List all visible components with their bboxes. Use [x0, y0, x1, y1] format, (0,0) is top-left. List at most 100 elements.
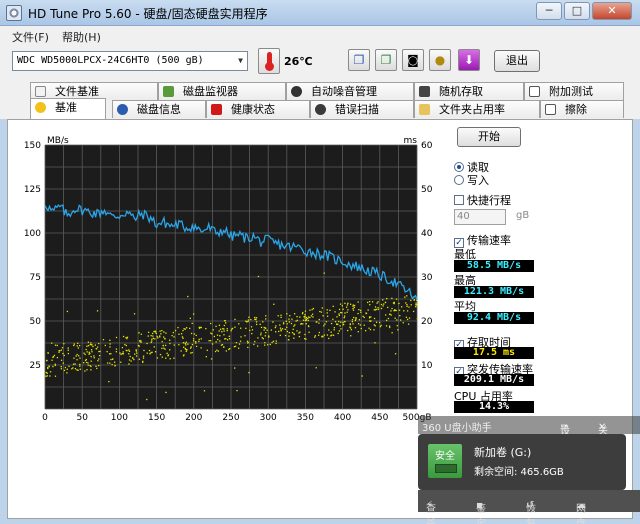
start-button[interactable]: 开始: [457, 127, 521, 147]
access-time-point: [406, 295, 408, 297]
chart-right-tick-label: 40: [421, 229, 433, 239]
access-time-point: [286, 326, 288, 329]
options-button[interactable]: ●: [429, 49, 451, 71]
access-time-point: [230, 330, 232, 332]
exit-button[interactable]: 退出: [494, 50, 540, 72]
access-time-point: [161, 340, 163, 343]
access-time-point: [185, 350, 187, 353]
access-time-point: [310, 315, 313, 317]
access-time-point: [293, 325, 295, 327]
access-time-point: [328, 329, 330, 331]
tab-noise-management[interactable]: 自动噪音管理: [286, 82, 414, 100]
access-time-point: [165, 332, 167, 334]
tab-disk-info[interactable]: 磁盘信息: [112, 100, 206, 118]
access-time-point: [83, 361, 85, 364]
tab-disk-monitor[interactable]: 磁盘监视器: [158, 82, 286, 100]
access-time-point: [195, 334, 197, 337]
access-time-point: [292, 328, 294, 330]
access-time-point: [205, 327, 207, 330]
access-time-point: [368, 327, 370, 329]
access-time-point: [256, 345, 259, 347]
access-time-point: [281, 328, 284, 330]
access-time-point: [66, 368, 68, 370]
access-time-point: [130, 360, 132, 362]
screenshot-button[interactable]: ◙: [402, 49, 424, 71]
tab-random-access[interactable]: 随机存取: [414, 82, 524, 100]
access-time-point: [135, 350, 138, 352]
volume-free-space: 剩余空间: 465.6GB: [474, 467, 564, 478]
access-time-point: [180, 333, 183, 335]
menu-help[interactable]: 帮助(H): [62, 29, 101, 45]
tab-erase[interactable]: 擦除: [540, 100, 624, 118]
access-time-point: [408, 306, 410, 308]
access-time-point: [166, 352, 168, 355]
copy-button[interactable]: ❐: [348, 49, 370, 71]
chart-right-tick-label: 50: [421, 185, 433, 195]
tab-benchmark[interactable]: 基准: [30, 98, 106, 119]
access-time-point: [288, 321, 290, 323]
access-time-point: [64, 366, 67, 369]
access-time-point: [198, 338, 200, 341]
tab-folder-usage[interactable]: 文件夹占用率: [414, 100, 540, 118]
write-radio[interactable]: 写入: [454, 172, 489, 188]
access-time-point: [94, 344, 96, 346]
access-time-point: [224, 338, 226, 340]
access-time-point: [309, 309, 311, 311]
access-time-point: [128, 350, 131, 352]
tab-error-scan[interactable]: 错误扫描: [310, 100, 414, 118]
access-time-point: [98, 364, 100, 367]
chart-left-tick-label: 25: [30, 361, 41, 371]
paste-button[interactable]: ❐: [375, 49, 397, 71]
access-time-point: [212, 329, 214, 331]
access-time-point: [288, 332, 291, 334]
access-time-point: [379, 321, 381, 324]
access-time-point: [416, 304, 418, 306]
access-time-point: [305, 338, 307, 340]
access-time-point: [304, 313, 306, 316]
temperature-button[interactable]: [258, 48, 280, 74]
access-time-point: [238, 343, 241, 345]
tab-health[interactable]: 健康状态: [206, 100, 310, 118]
access-time-point: [251, 332, 253, 335]
maximize-button[interactable]: □: [564, 2, 590, 20]
access-time-point: [183, 328, 185, 330]
access-time-point: [330, 322, 333, 325]
access-time-point: [88, 353, 90, 355]
access-time-point: [63, 354, 65, 357]
access-time-point: [215, 341, 217, 343]
access-time-point: [249, 329, 251, 332]
access-time-point: [109, 339, 111, 341]
access-time-point: [83, 352, 85, 354]
access-time-point: [342, 322, 344, 324]
chart-left-tick-label: 125: [24, 185, 41, 195]
access-time-value: 17.5 ms: [454, 347, 534, 359]
access-time-point: [113, 361, 116, 363]
access-time-point: [265, 318, 267, 320]
access-time-point: [363, 324, 365, 326]
access-time-point: [217, 350, 219, 352]
access-time-point: [191, 351, 193, 354]
access-time-point: [349, 303, 352, 305]
menu-file[interactable]: 文件(F): [12, 29, 49, 45]
access-time-point: [195, 345, 198, 347]
access-time-point: [397, 329, 399, 331]
usb-helper-header: 360 U盘小助手 ≡设置 ✕关闭: [418, 416, 640, 452]
save-button[interactable]: ⬇: [458, 49, 480, 71]
close-button[interactable]: ✕: [592, 2, 632, 20]
tab-extra-tests[interactable]: 附加测试: [524, 82, 624, 100]
drive-select[interactable]: WDC WD5000LPCX-24C6HT0 (500 gB) ▼: [12, 51, 248, 71]
access-time-point: [237, 347, 240, 349]
minimize-button[interactable]: ─: [536, 2, 562, 20]
short-stroke-checkbox[interactable]: 快捷行程: [454, 192, 511, 208]
access-time-point: [128, 353, 130, 355]
access-time-point: [164, 338, 166, 340]
access-time-point: [198, 340, 200, 343]
access-time-point: [360, 327, 362, 330]
access-time-point: [106, 362, 109, 364]
access-time-point: [225, 322, 227, 324]
access-time-point: [368, 300, 371, 303]
access-time-point: [354, 327, 357, 329]
access-time-point: [60, 349, 63, 351]
short-stroke-input[interactable]: 40: [454, 209, 506, 225]
access-time-point: [405, 316, 408, 318]
